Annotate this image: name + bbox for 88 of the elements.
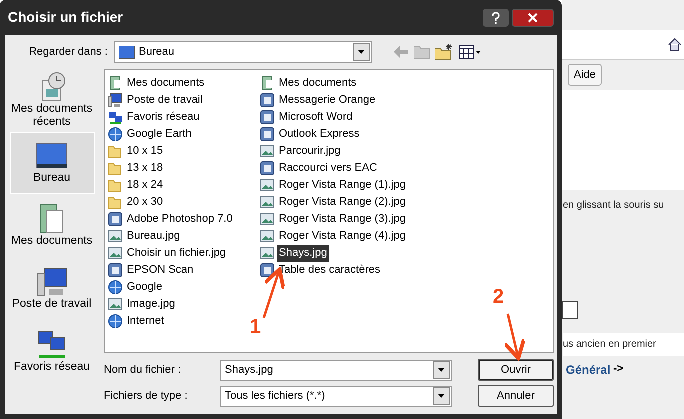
look-in-dropdown[interactable]: Bureau [114, 41, 372, 63]
image-file-icon [108, 246, 123, 261]
file-item[interactable]: Adobe Photoshop 7.0 [125, 211, 235, 228]
page-text: en glissant la souris su [563, 199, 666, 213]
window-title: Choisir un fichier [8, 8, 124, 27]
file-item[interactable]: Image.jpg [125, 296, 178, 313]
folder-icon [108, 144, 123, 159]
computer-icon [108, 93, 123, 108]
desktop-icon [119, 46, 135, 58]
annotation-arrow [502, 314, 526, 360]
new-folder-icon[interactable] [435, 44, 453, 60]
app-icon [108, 263, 123, 278]
file-item[interactable]: Roger Vista Range (3).jpg [277, 211, 408, 228]
folder-icon [108, 161, 123, 176]
annotation-number: 2 [493, 286, 504, 308]
file-item[interactable]: Raccourci vers EAC [277, 160, 380, 177]
places-item[interactable]: Favoris réseau [10, 321, 94, 383]
file-item[interactable]: 20 x 30 [125, 194, 166, 211]
file-item[interactable]: Messagerie Orange [277, 92, 378, 109]
folder-icon [108, 195, 123, 210]
file-item[interactable]: Shays.jpg [277, 245, 330, 262]
page-text: us ancien en premier [563, 333, 684, 356]
app-icon [260, 127, 275, 142]
view-menu-icon[interactable] [458, 45, 480, 59]
places-item[interactable]: Mes documents [10, 195, 94, 257]
file-item[interactable]: Roger Vista Range (4).jpg [277, 228, 408, 245]
file-name-dropdown[interactable]: Shays.jpg [220, 360, 452, 380]
file-type-dropdown[interactable]: Tous les fichiers (*.*) [220, 386, 452, 406]
globe-icon [108, 127, 123, 142]
close-icon [528, 12, 538, 22]
text-input[interactable] [562, 301, 578, 319]
file-item[interactable]: Parcourir.jpg [277, 143, 343, 160]
places-item[interactable]: Poste de travail [10, 258, 94, 320]
breadcrumb-link[interactable]: Général [566, 361, 611, 379]
help-button[interactable] [483, 8, 510, 26]
image-file-icon [108, 229, 123, 244]
file-type-label: Fichiers de type : [104, 388, 189, 404]
image-file-icon [260, 229, 275, 244]
cancel-button[interactable]: Annuler [478, 385, 554, 407]
places-item[interactable]: Bureau [10, 132, 94, 194]
file-item[interactable]: Outlook Express [277, 126, 362, 143]
app-icon [260, 93, 275, 108]
help-icon [491, 12, 502, 24]
file-item[interactable]: Internet [125, 313, 166, 330]
file-item[interactable]: 10 x 15 [125, 143, 166, 160]
app-icon [260, 263, 275, 278]
home-icon[interactable] [668, 38, 682, 52]
app-icon [260, 161, 275, 176]
globe-icon [108, 314, 123, 329]
file-item[interactable]: Choisir un fichier.jpg [125, 245, 228, 262]
breadcrumb-arrow: -> [613, 362, 624, 377]
app-icon [108, 212, 123, 227]
image-file-icon [260, 212, 275, 227]
file-item[interactable]: Roger Vista Range (2).jpg [277, 194, 408, 211]
file-item[interactable]: Favoris réseau [125, 109, 202, 126]
file-name-label: Nom du fichier : [104, 362, 182, 378]
file-item[interactable]: Microsoft Word [277, 109, 355, 126]
file-item[interactable]: Google Earth [125, 126, 194, 143]
annotation-number: 1 [250, 316, 262, 338]
file-item[interactable]: 13 x 18 [125, 160, 166, 177]
file-item[interactable]: Poste de travail [125, 92, 205, 109]
image-file-icon [260, 246, 275, 261]
file-item[interactable]: Mes documents [277, 75, 359, 92]
computer-icon [35, 266, 69, 298]
dropdown-arrow-icon [438, 394, 445, 398]
close-button[interactable] [512, 8, 554, 26]
documents-icon [260, 76, 275, 91]
dropdown-arrow-icon [358, 50, 365, 54]
folder-icon [108, 178, 123, 193]
globe-icon [108, 280, 123, 295]
file-item[interactable]: EPSON Scan [125, 262, 196, 279]
file-item[interactable]: Mes documents [125, 75, 207, 92]
image-file-icon [260, 178, 275, 193]
file-item[interactable]: Google [125, 279, 164, 296]
file-item[interactable]: 18 x 24 [125, 177, 166, 194]
network-icon [108, 110, 123, 125]
file-item[interactable]: Roger Vista Range (1).jpg [277, 177, 408, 194]
dropdown-arrow-icon [438, 368, 445, 372]
open-button[interactable]: Ouvrir [478, 359, 554, 381]
app-icon [260, 110, 275, 125]
look-in-label: Regarder dans : [28, 44, 108, 60]
file-item[interactable]: Bureau.jpg [125, 228, 182, 245]
image-file-icon [260, 195, 275, 210]
places-item[interactable]: Mes documents récents [10, 69, 94, 131]
image-file-icon [260, 144, 275, 159]
help-button[interactable]: Aide [568, 64, 602, 86]
documents-icon [108, 76, 123, 91]
image-file-icon [108, 297, 123, 312]
